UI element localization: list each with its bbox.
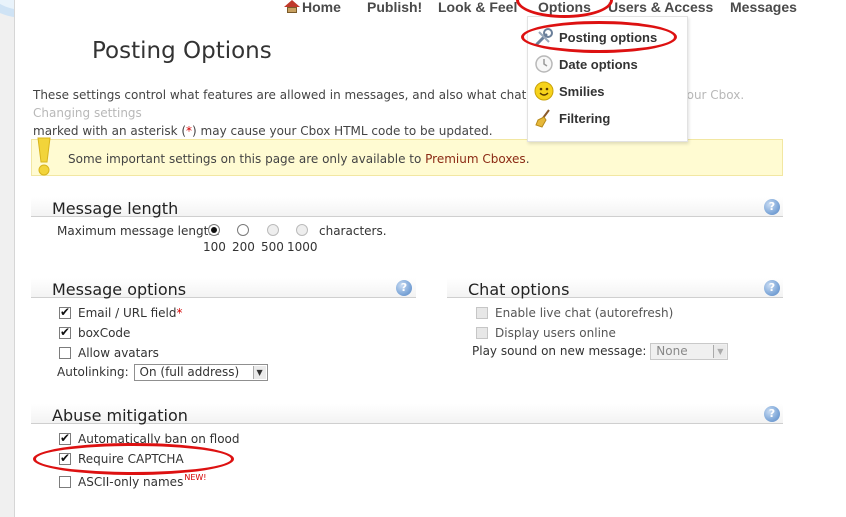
section-header: Abuse mitigation ? [31, 404, 783, 425]
help-icon[interactable]: ? [764, 406, 780, 422]
message-options-section: Message options ? Email / URL field* box… [31, 278, 416, 384]
section-title: Abuse mitigation [52, 406, 188, 425]
sound-row: Play sound on new message: None ▼ [472, 343, 729, 361]
asterisk-marker: * [176, 306, 183, 320]
section-title: Message options [52, 280, 187, 299]
premium-cboxes-link[interactable]: Premium Cboxes [425, 152, 526, 166]
sound-select[interactable]: None ▼ [650, 343, 729, 360]
premium-notice: Some important settings on this page are… [31, 137, 783, 176]
autolinking-row: Autolinking: On (full address) ▼ [57, 364, 268, 382]
length-option-100: 100 [203, 240, 226, 254]
wrench-icon [535, 28, 553, 46]
section-header: Message options ? [31, 278, 416, 299]
nav-home-label: Home [302, 0, 341, 15]
page-title: Posting Options [92, 38, 272, 64]
length-radio-100[interactable] [208, 224, 220, 236]
email-url-option[interactable]: Email / URL field* [59, 305, 183, 324]
clock-icon [535, 55, 553, 73]
avatars-label: Allow avatars [78, 346, 159, 360]
intro-line-2: marked with an asterisk ( [33, 124, 187, 138]
menu-item-filtering[interactable]: Filtering [528, 106, 688, 132]
boxcode-option[interactable]: boxCode [59, 325, 131, 344]
max-length-row: Maximum message length: [57, 224, 220, 242]
autoban-label: Automatically ban on flood [78, 432, 240, 446]
section-header: Message length ? [31, 197, 783, 218]
exclamation-icon [37, 137, 51, 176]
help-icon[interactable]: ? [764, 199, 780, 215]
menu-item-date-options[interactable]: Date options [528, 52, 688, 78]
home-icon [284, 0, 300, 13]
section-title: Chat options [468, 280, 570, 299]
max-length-label: Maximum message length: [57, 224, 220, 238]
boxcode-label: boxCode [78, 326, 131, 340]
autolinking-value: On (full address) [139, 365, 240, 379]
notice-text: Some important settings on this page are… [68, 152, 426, 166]
section-header: Chat options ? [447, 278, 783, 299]
captcha-option[interactable]: Require CAPTCHA [59, 451, 184, 470]
nav-users-access[interactable]: Users & Access [608, 0, 714, 15]
avatars-checkbox[interactable] [59, 347, 71, 359]
avatars-option[interactable]: Allow avatars [59, 346, 159, 364]
users-online-option: Display users online [476, 326, 616, 344]
autolinking-label: Autolinking: [57, 365, 129, 379]
length-option-200: 200 [232, 240, 255, 254]
sound-label: Play sound on new message: [472, 344, 647, 358]
new-badge: NEW! [184, 473, 207, 482]
length-option-1000: 1000 [287, 240, 318, 254]
length-radio-500[interactable] [267, 224, 279, 236]
email-url-checkbox[interactable] [59, 305, 71, 319]
options-dropdown-menu: Posting options Date options Smilies Fil… [527, 16, 688, 142]
help-icon[interactable]: ? [396, 280, 412, 296]
chat-options-section: Chat options ? Enable live chat (autoref… [447, 278, 783, 364]
nav-messages[interactable]: Messages [730, 0, 797, 15]
autolinking-select[interactable]: On (full address) ▼ [133, 364, 268, 381]
captcha-checkbox[interactable] [59, 451, 71, 465]
abuse-mitigation-section: Abuse mitigation ? Automatically ban on … [31, 404, 783, 496]
sound-value: None [656, 344, 688, 358]
menu-item-label: Smilies [559, 84, 605, 99]
chevron-down-icon: ▼ [713, 345, 727, 358]
autoban-option[interactable]: Automatically ban on flood [59, 431, 240, 450]
users-online-label: Display users online [495, 326, 616, 340]
nav-home[interactable]: Home [284, 0, 341, 15]
section-title: Message length [52, 199, 179, 218]
boxcode-checkbox[interactable] [59, 325, 71, 339]
email-url-label: Email / URL field [78, 306, 177, 320]
captcha-label: Require CAPTCHA [78, 452, 184, 466]
notice-period: . [525, 152, 530, 166]
nav-publish[interactable]: Publish! [367, 0, 422, 15]
menu-item-smilies[interactable]: Smilies [528, 79, 688, 105]
intro-line-1-end: hanging settings [41, 106, 142, 120]
menu-item-label: Posting options [559, 30, 658, 45]
live-chat-option: Enable live chat (autorefresh) [476, 306, 673, 324]
message-length-section: Message length ? Maximum message length:… [31, 197, 783, 257]
length-radio-1000[interactable] [296, 224, 308, 236]
nav-look-and-feel[interactable]: Look & Feel [438, 0, 517, 15]
users-online-checkbox[interactable] [476, 327, 488, 339]
menu-item-posting-options[interactable]: Posting options [528, 25, 688, 51]
ascii-names-option[interactable]: ASCII-only namesNEW! [59, 473, 206, 491]
nav-options[interactable]: Options [536, 0, 593, 15]
help-icon[interactable]: ? [764, 280, 780, 296]
menu-item-label: Filtering [559, 111, 611, 126]
length-option-500: 500 [261, 240, 284, 254]
ascii-names-label: ASCII-only names [78, 475, 184, 489]
ascii-names-checkbox[interactable] [59, 476, 71, 488]
intro-line-1: These settings control what features are… [33, 88, 591, 102]
autoban-checkbox[interactable] [59, 431, 71, 445]
menu-item-label: Date options [559, 57, 638, 72]
broom-icon [535, 109, 550, 128]
smiley-icon [534, 81, 554, 101]
length-radio-200[interactable] [237, 224, 249, 236]
intro-line-2-end: ) may cause your Cbox HTML code to be up… [192, 124, 493, 138]
live-chat-checkbox[interactable] [476, 307, 488, 319]
live-chat-label: Enable live chat (autorefresh) [495, 306, 674, 320]
characters-label: characters. [319, 224, 387, 238]
chevron-down-icon: ▼ [252, 366, 266, 379]
